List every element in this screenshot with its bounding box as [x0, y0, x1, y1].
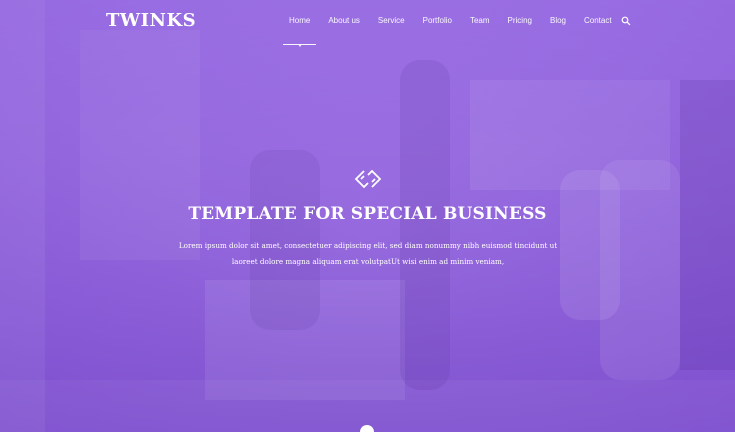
hero-description-line-2: laoreet dolore magna aliquam erat volutp… — [231, 257, 505, 266]
hero-description: Lorem ipsum dolor sit amet, consectetuer… — [178, 238, 558, 270]
nav-item-service[interactable]: Service — [369, 16, 414, 26]
nav-item-team[interactable]: Team — [461, 16, 499, 26]
hero-section: TWINKS Home About us Service Portfolio T… — [0, 0, 735, 432]
nav-item-contact[interactable]: Contact — [575, 16, 621, 26]
scroll-down-button[interactable] — [360, 425, 374, 432]
nav-item-about-us[interactable]: About us — [319, 16, 369, 26]
main-nav: Home About us Service Portfolio Team Pri… — [280, 16, 621, 47]
nav-item-portfolio[interactable]: Portfolio — [414, 16, 461, 26]
site-logo[interactable]: TWINKS — [106, 10, 196, 31]
nav-item-home[interactable]: Home — [280, 16, 319, 47]
search-icon[interactable] — [621, 16, 631, 26]
hero-title: TEMPLATE FOR SPECIAL BUSINESS — [188, 204, 547, 224]
nav-item-blog[interactable]: Blog — [541, 16, 575, 26]
diamond-link-icon — [354, 169, 382, 189]
hero-description-line-1: Lorem ipsum dolor sit amet, consectetuer… — [178, 241, 558, 250]
nav-item-pricing[interactable]: Pricing — [499, 16, 541, 26]
